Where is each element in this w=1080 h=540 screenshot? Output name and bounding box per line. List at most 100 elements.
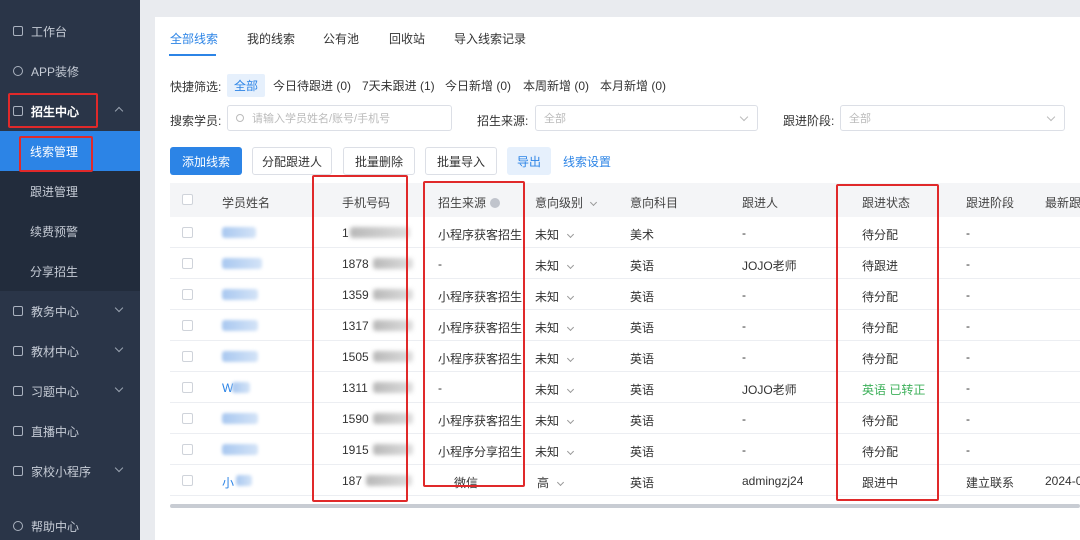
table-row[interactable]: W 1311 - 未知 英语 JOJO老师 英语 已转正 - — [170, 372, 1080, 403]
tab-recycle-bin[interactable]: 回收站 — [389, 30, 425, 47]
owner-cell: - — [742, 412, 746, 426]
row-checkbox[interactable] — [182, 320, 193, 331]
student-name-redacted[interactable] — [222, 320, 258, 331]
row-checkbox[interactable] — [182, 227, 193, 238]
student-name-link[interactable]: 小 — [222, 474, 234, 491]
intent-level-select[interactable]: 未知 — [535, 381, 575, 398]
lead-settings-link[interactable]: 线索设置 — [557, 147, 617, 175]
sidebar-item-exercises[interactable]: 习题中心 — [0, 371, 140, 411]
row-checkbox[interactable] — [182, 413, 193, 424]
search-input[interactable]: 请输入学员姓名/账号/手机号 — [227, 105, 452, 131]
owner-cell: - — [742, 350, 746, 364]
student-name-redacted[interactable] — [222, 351, 258, 362]
sidebar-subitem-label: 线索管理 — [30, 144, 79, 159]
stage-label: 跟进阶段: — [783, 114, 835, 128]
book-icon — [13, 346, 23, 356]
subject-cell: 英语 — [630, 414, 655, 428]
phone-cell: 1311 — [342, 381, 368, 395]
row-checkbox[interactable] — [182, 289, 193, 300]
intent-level-select[interactable]: 未知 — [535, 412, 575, 429]
sidebar-item-help[interactable]: 帮助中心 — [0, 506, 140, 540]
student-name-redacted[interactable] — [222, 227, 256, 238]
phone-cell: 1915 — [342, 443, 369, 457]
sidebar-item-live[interactable]: 直播中心 — [0, 411, 140, 451]
export-button[interactable]: 导出 — [507, 147, 551, 175]
stage-cell: 建立联系 — [966, 476, 1015, 490]
row-checkbox[interactable] — [182, 475, 193, 486]
sidebar-item-materials[interactable]: 教材中心 — [0, 331, 140, 371]
tab-all-leads[interactable]: 全部线索 — [170, 30, 218, 47]
sidebar-item-app-design[interactable]: APP装修 — [0, 51, 140, 91]
sidebar-item-workbench[interactable]: 工作台 — [0, 11, 140, 51]
header-intent-level[interactable]: 意向级别 — [535, 194, 598, 211]
student-name-redacted[interactable] — [222, 444, 258, 455]
add-lead-button[interactable]: 添加线索 — [170, 147, 242, 175]
intent-level-select[interactable]: 未知 — [535, 257, 575, 274]
source-cell: 小程序获客招生 — [438, 321, 523, 335]
quick-filter-month-new[interactable]: 本月新增 (0) — [600, 77, 666, 94]
student-name-redacted — [232, 382, 250, 393]
phone-redacted — [373, 413, 413, 424]
student-name-redacted[interactable] — [222, 413, 258, 424]
sidebar-item-mini-program[interactable]: 家校小程序 — [0, 451, 140, 491]
sidebar-item-academic[interactable]: 教务中心 — [0, 291, 140, 331]
intent-level-value: 未知 — [535, 414, 560, 428]
owner-cell: JOJO老师 — [742, 383, 797, 397]
owner-cell: - — [742, 319, 746, 333]
table-row[interactable]: 1590 小程序获客招生 未知 英语 - 待分配 - — [170, 403, 1080, 434]
phone-cell: 1505 — [342, 350, 369, 364]
sidebar-subitem-leads[interactable]: 线索管理 — [0, 131, 140, 171]
intent-level-select[interactable]: 未知 — [535, 350, 575, 367]
tab-my-leads[interactable]: 我的线索 — [247, 30, 295, 47]
stage-cell: - — [966, 288, 970, 302]
quick-filter-week-new[interactable]: 本周新增 (0) — [523, 77, 589, 94]
sidebar-item-enrollment-center[interactable]: 招生中心 — [0, 91, 140, 131]
row-checkbox[interactable] — [182, 351, 193, 362]
intent-level-select[interactable]: 未知 — [535, 319, 575, 336]
status-cell: 待跟进 — [862, 259, 899, 273]
tab-import-records[interactable]: 导入线索记录 — [454, 30, 526, 47]
intent-level-value: 未知 — [535, 383, 560, 397]
table-row[interactable]: 1505 小程序获客招生 未知 英语 - 待分配 - — [170, 341, 1080, 372]
row-checkbox[interactable] — [182, 444, 193, 455]
quick-filter-all[interactable]: 全部 — [227, 74, 266, 97]
chevron-down-icon — [114, 343, 124, 353]
sidebar-subitem-followup[interactable]: 跟进管理 — [0, 171, 140, 211]
info-icon[interactable] — [490, 198, 501, 208]
select-all-checkbox[interactable] — [182, 194, 193, 205]
table-row[interactable]: 1359 小程序获客招生 未知 英语 - 待分配 - — [170, 279, 1080, 310]
table-row[interactable]: 1878 - 未知 英语 JOJO老师 待跟进 - — [170, 248, 1080, 279]
sidebar-subitem-renewal-alert[interactable]: 续费预警 — [0, 211, 140, 251]
intent-level-select[interactable]: 未知 — [535, 443, 575, 460]
quick-filter-today-pending[interactable]: 今日待跟进 (0) — [273, 77, 351, 94]
intent-level-value: 未知 — [535, 228, 560, 242]
intent-level-select[interactable]: 未知 — [535, 226, 575, 243]
sidebar-subitem-share-enroll[interactable]: 分享招生 — [0, 251, 140, 291]
student-name-redacted[interactable] — [222, 289, 258, 300]
tab-public-pool[interactable]: 公有池 — [323, 30, 359, 47]
table-row[interactable]: 1 小程序获客招生 未知 美术 - 待分配 - — [170, 217, 1080, 248]
subject-cell: 英语 — [630, 476, 655, 490]
row-checkbox[interactable] — [182, 382, 193, 393]
table-row[interactable]: 1915 小程序分享招生 未知 英语 - 待分配 - — [170, 434, 1080, 465]
batch-delete-button[interactable]: 批量删除 — [343, 147, 415, 175]
table-row[interactable]: 1317 小程序获客招生 未知 英语 - 待分配 - — [170, 310, 1080, 341]
intent-level-select[interactable]: 高 — [537, 474, 565, 491]
quick-filter-today-new[interactable]: 今日新增 (0) — [445, 77, 511, 94]
owner-cell: JOJO老师 — [742, 259, 797, 273]
chevron-down-icon — [739, 112, 749, 122]
student-name-redacted[interactable] — [222, 258, 262, 269]
row-checkbox[interactable] — [182, 258, 193, 269]
horizontal-scrollbar[interactable] — [170, 504, 1080, 508]
table-header: 学员姓名 手机号码 招生来源 意向级别 意向科目 跟进人 跟进状态 跟进阶段 最… — [170, 183, 1080, 217]
table-row[interactable]: 小 187 微信 高 英语 admingzj24 跟进中 建立联系 2024-0 — [170, 465, 1080, 496]
source-select[interactable]: 全部 — [535, 105, 758, 131]
assign-owner-button[interactable]: 分配跟进人 — [252, 147, 332, 175]
intent-level-select[interactable]: 未知 — [535, 288, 575, 305]
stage-select[interactable]: 全部 — [840, 105, 1065, 131]
batch-import-button[interactable]: 批量导入 — [425, 147, 497, 175]
owner-cell: - — [742, 226, 746, 240]
stage-cell: - — [966, 381, 970, 395]
status-converted-badge: 已转正 — [889, 383, 926, 397]
quick-filter-7days-idle[interactable]: 7天未跟进 (1) — [362, 77, 435, 94]
